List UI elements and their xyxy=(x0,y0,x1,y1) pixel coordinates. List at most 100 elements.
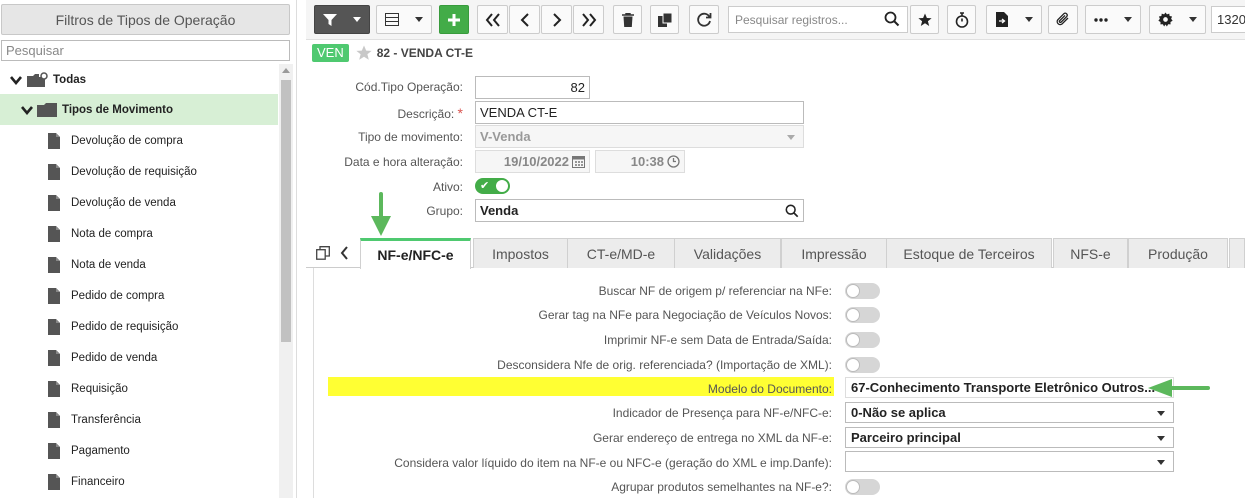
timer-button[interactable] xyxy=(947,5,976,34)
tree-item-label: Transferência xyxy=(71,413,141,426)
more-actions-button[interactable] xyxy=(1085,5,1141,34)
tree-item[interactable]: Devolução de requisição xyxy=(0,156,278,187)
chevron-down-icon[interactable] xyxy=(9,73,23,87)
tree-search-input[interactable] xyxy=(1,40,290,61)
tab-nf-e-nfc-e[interactable]: NF-e/NFC-e xyxy=(360,238,471,269)
ativo-toggle[interactable]: ✔ xyxy=(475,178,510,194)
scrollbar-thumb[interactable] xyxy=(281,80,291,342)
search-icon[interactable] xyxy=(884,11,900,27)
tab-impress-o[interactable]: Impressão xyxy=(781,238,887,268)
tab-estoque-de-terceiros[interactable]: Estoque de Terceiros xyxy=(886,238,1052,268)
document-icon xyxy=(48,225,60,242)
filter-panel: Filtros de Tipos de Operação Todas Tipos… xyxy=(0,0,297,498)
document-icon xyxy=(48,287,60,304)
next-record-button[interactable] xyxy=(541,5,572,34)
copy-tab-icon[interactable] xyxy=(316,246,330,260)
tab-impostos[interactable]: Impostos xyxy=(473,238,568,268)
attachment-button[interactable] xyxy=(1048,5,1078,34)
buscar-nf-toggle[interactable] xyxy=(845,283,880,299)
descricao-label: Descrição: * xyxy=(397,105,463,121)
checkmark-icon: ✔ xyxy=(480,180,490,192)
refresh-icon xyxy=(696,12,711,27)
duplicate-button[interactable] xyxy=(650,5,679,34)
search-icon[interactable] xyxy=(785,204,799,218)
settings-button[interactable] xyxy=(1149,5,1206,34)
tab-valida-es[interactable]: Validações xyxy=(674,238,781,268)
imprimir-nfe-toggle[interactable] xyxy=(845,332,880,348)
favorite-button[interactable] xyxy=(910,5,939,34)
grid-icon xyxy=(385,13,399,26)
filter-button[interactable] xyxy=(314,5,370,34)
gerar-endereco-value: Parceiro principal xyxy=(851,430,961,445)
imprimir-nfe-label: Imprimir NF-e sem Data de Entrada/Saída: xyxy=(603,333,832,347)
caret-down-icon xyxy=(415,17,423,22)
grid-view-button[interactable] xyxy=(376,5,432,34)
tree-scrollbar[interactable] xyxy=(279,64,293,498)
tree-node-root[interactable]: Todas xyxy=(0,64,278,95)
tree-item[interactable]: Nota de venda xyxy=(0,249,278,280)
gerar-endereco-select[interactable]: Parceiro principal xyxy=(845,427,1174,448)
toggle-knob xyxy=(846,333,860,347)
chevron-left-icon[interactable] xyxy=(340,246,349,260)
document-icon xyxy=(48,163,60,180)
tree-item[interactable]: Pedido de compra xyxy=(0,280,278,311)
considera-valor-label: Considera valor líquido do item na NF-e … xyxy=(394,456,832,470)
tree-item-label: Nota de compra xyxy=(71,227,153,240)
annotation-arrow-left xyxy=(1148,379,1210,397)
tree-item[interactable]: Devolução de compra xyxy=(0,125,278,156)
tree-item[interactable]: Pedido de requisição xyxy=(0,311,278,342)
modelo-documento-select[interactable]: 67-Conhecimento Transporte Eletrônico Ou… xyxy=(845,377,1174,398)
tree-item[interactable]: Devolução de venda xyxy=(0,187,278,218)
previous-record-button[interactable] xyxy=(509,5,540,34)
caret-down-icon xyxy=(1157,460,1165,465)
grupo-field[interactable]: Venda xyxy=(475,199,804,222)
caret-down-icon xyxy=(1157,411,1165,416)
tab-nfs-e[interactable]: NFS-e xyxy=(1053,238,1128,268)
add-button[interactable] xyxy=(439,5,469,34)
delete-button[interactable] xyxy=(613,5,642,34)
calendar-icon xyxy=(572,156,585,168)
first-record-button[interactable] xyxy=(477,5,508,34)
tab-overflow[interactable] xyxy=(1229,238,1245,268)
chevron-down-icon[interactable] xyxy=(20,103,34,117)
considera-valor-select[interactable] xyxy=(845,451,1174,472)
tab-produ-o[interactable]: Produção xyxy=(1128,238,1228,268)
operation-type-tree: Todas Tipos de Movimento Devolução de co… xyxy=(0,64,279,498)
agrupar-produtos-toggle[interactable] xyxy=(845,479,880,495)
plus-icon xyxy=(448,13,460,26)
favorite-star-icon[interactable] xyxy=(356,45,372,61)
record-title-bar: VEN 82 - VENDA CT-E xyxy=(306,40,1245,66)
trash-icon xyxy=(621,12,634,27)
tree-item[interactable]: Transferência xyxy=(0,404,278,435)
gerar-tag-toggle[interactable] xyxy=(845,307,880,323)
cod-tipo-operacao-field[interactable]: 82 xyxy=(475,76,590,99)
document-icon xyxy=(48,132,60,149)
tree-item-label: Financeiro xyxy=(71,475,125,488)
double-chevron-left-icon xyxy=(485,12,500,27)
desconsidera-nfe-toggle[interactable] xyxy=(845,357,880,373)
tree-item[interactable]: Pedido de venda xyxy=(0,342,278,373)
record-title: 82 - VENDA CT-E xyxy=(376,46,473,60)
tree-item[interactable]: Pagamento xyxy=(0,435,278,466)
tab-ct-e-md-e[interactable]: CT-e/MD-e xyxy=(567,238,675,268)
descricao-field[interactable]: VENDA CT-E xyxy=(475,101,804,124)
records-search-input[interactable] xyxy=(728,6,908,33)
required-marker: * xyxy=(457,105,463,121)
indicador-presenca-select[interactable]: 0-Não se aplica xyxy=(845,402,1174,423)
cod-tipo-operacao-label: Cód.Tipo Operação: xyxy=(355,80,463,94)
annotation-arrow-down xyxy=(371,192,391,236)
record-type-badge: VEN xyxy=(312,44,349,62)
toggle-knob xyxy=(495,179,509,193)
tree-item[interactable]: Nota de compra xyxy=(0,218,278,249)
folder-icon xyxy=(37,102,57,117)
last-record-button[interactable] xyxy=(573,5,604,34)
scroll-up-arrow-icon[interactable] xyxy=(282,68,290,73)
records-count-field[interactable]: 1320 xyxy=(1211,6,1245,33)
tree-node-tipos-movimento[interactable]: Tipos de Movimento xyxy=(0,94,278,125)
indicador-presenca-value: 0-Não se aplica xyxy=(851,405,946,420)
tree-item[interactable]: Requisição xyxy=(0,373,278,404)
refresh-button[interactable] xyxy=(689,5,719,34)
tree-item[interactable]: Financeiro xyxy=(0,466,278,497)
toggle-knob xyxy=(846,308,860,322)
report-button[interactable] xyxy=(986,5,1042,34)
